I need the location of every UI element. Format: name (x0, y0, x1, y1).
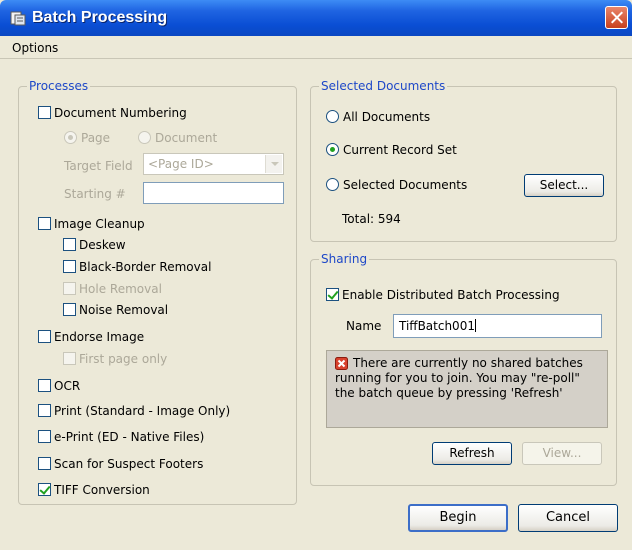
checkbox-box[interactable] (38, 404, 51, 417)
batch-processing-window: Batch Processing Options Processes Docum… (0, 0, 632, 550)
scan-footers-checkbox[interactable]: Scan for Suspect Footers (38, 457, 203, 473)
image-cleanup-label: Image Cleanup (54, 217, 145, 231)
checkbox-box[interactable] (38, 217, 51, 230)
checkbox-box[interactable] (63, 352, 76, 365)
eprint-label: e-Print (ED - Native Files) (54, 430, 205, 444)
selected-documents-radio[interactable]: Selected Documents (326, 178, 467, 194)
deskew-checkbox[interactable]: Deskew (63, 238, 126, 254)
document-radio[interactable]: Document (138, 131, 217, 147)
first-page-only-label: First page only (79, 352, 168, 366)
radio-circle-selected[interactable] (326, 143, 339, 156)
document-radio-label: Document (155, 131, 218, 145)
current-record-set-radio[interactable]: Current Record Set (326, 143, 457, 159)
endorse-image-label: Endorse Image (54, 330, 145, 344)
checkbox-box[interactable] (63, 282, 76, 295)
begin-button[interactable]: Begin (408, 504, 508, 532)
batch-name-value: TiffBatch001 (399, 319, 475, 333)
document-numbering-label: Document Numbering (54, 106, 187, 120)
starting-number-input[interactable] (143, 182, 284, 204)
chevron-down-icon[interactable] (265, 155, 282, 173)
cancel-button[interactable]: Cancel (518, 504, 618, 532)
image-cleanup-checkbox[interactable]: Image Cleanup (38, 217, 145, 233)
checkbox-box[interactable] (38, 430, 51, 443)
all-documents-radio[interactable]: All Documents (326, 110, 430, 126)
tiff-conversion-label: TIFF Conversion (54, 483, 150, 497)
black-border-label: Black-Border Removal (79, 260, 212, 274)
text-cursor (474, 319, 476, 332)
selected-documents-label: Selected Documents (343, 178, 468, 192)
window-title: Batch Processing (32, 9, 168, 26)
page-radio[interactable]: Page (64, 131, 110, 147)
shared-batches-info: There are currently no shared batches ru… (326, 350, 608, 428)
first-page-only-checkbox[interactable]: First page only (63, 352, 167, 368)
radio-circle[interactable] (64, 131, 77, 144)
menu-options[interactable]: Options (12, 41, 58, 55)
page-radio-label: Page (81, 131, 111, 145)
noise-removal-label: Noise Removal (79, 303, 169, 317)
checkbox-box[interactable] (38, 457, 51, 470)
current-record-set-label: Current Record Set (343, 143, 457, 157)
checkbox-box[interactable] (38, 106, 51, 119)
checkbox-box[interactable] (38, 330, 51, 343)
checkbox-box[interactable] (63, 238, 76, 251)
title-bar[interactable]: Batch Processing (0, 0, 632, 36)
radio-circle[interactable] (138, 131, 151, 144)
batch-name-input[interactable]: TiffBatch001 (393, 314, 602, 338)
hole-removal-checkbox[interactable]: Hole Removal (63, 282, 162, 298)
radio-circle[interactable] (326, 110, 339, 123)
document-numbering-checkbox[interactable]: Document Numbering (38, 106, 187, 122)
select-button[interactable]: Select... (524, 174, 604, 197)
checkbox-box[interactable] (63, 260, 76, 273)
scan-footers-label: Scan for Suspect Footers (54, 457, 204, 471)
target-field-value: <Page ID> (148, 157, 214, 171)
target-field-label: Target Field (64, 159, 133, 173)
target-field-select[interactable]: <Page ID> (143, 153, 284, 175)
checkbox-box[interactable] (38, 379, 51, 392)
view-button[interactable]: View... (522, 442, 602, 465)
print-label: Print (Standard - Image Only) (54, 404, 231, 418)
name-label: Name (346, 319, 382, 333)
endorse-image-checkbox[interactable]: Endorse Image (38, 330, 144, 346)
enable-distributed-label: Enable Distributed Batch Processing (342, 288, 560, 302)
hole-removal-label: Hole Removal (79, 282, 162, 296)
ocr-checkbox[interactable]: OCR (38, 379, 80, 395)
processes-group-title: Processes (27, 79, 91, 93)
checkbox-box[interactable] (63, 303, 76, 316)
selected-documents-group-title: Selected Documents (319, 79, 448, 93)
all-documents-label: All Documents (343, 110, 431, 124)
close-icon[interactable] (605, 6, 628, 29)
checkbox-box-checked[interactable] (38, 483, 51, 496)
checkbox-box-checked[interactable] (326, 288, 339, 301)
refresh-button[interactable]: Refresh (432, 442, 512, 465)
print-checkbox[interactable]: Print (Standard - Image Only) (38, 404, 230, 420)
batch-app-icon (10, 11, 26, 26)
deskew-label: Deskew (79, 238, 126, 252)
tiff-conversion-checkbox[interactable]: TIFF Conversion (38, 483, 150, 499)
black-border-checkbox[interactable]: Black-Border Removal (63, 260, 211, 276)
info-message: There are currently no shared batches ru… (335, 356, 583, 400)
total-count: Total: 594 (342, 212, 401, 226)
noise-removal-checkbox[interactable]: Noise Removal (63, 303, 168, 319)
radio-circle[interactable] (326, 178, 339, 191)
menu-bar: Options (0, 36, 632, 59)
starting-number-label: Starting # (64, 187, 126, 201)
enable-distributed-checkbox[interactable]: Enable Distributed Batch Processing (326, 288, 560, 304)
sharing-group-title: Sharing (319, 252, 370, 266)
ocr-label: OCR (54, 379, 81, 393)
eprint-checkbox[interactable]: e-Print (ED - Native Files) (38, 430, 204, 446)
